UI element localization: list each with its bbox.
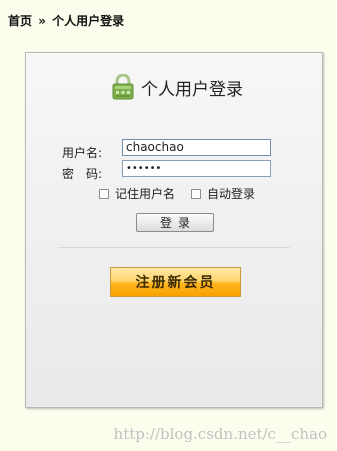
- watermark: http://blog.csdn.net/c__chao: [113, 425, 327, 443]
- breadcrumb-separator: »: [38, 14, 46, 28]
- login-title-row: 个人用户登录: [111, 74, 243, 100]
- auto-login-option[interactable]: 自动登录: [191, 185, 255, 202]
- breadcrumb-current: 个人用户登录: [52, 14, 125, 28]
- username-input[interactable]: chaochao: [122, 139, 271, 156]
- lock-icon: [112, 74, 134, 100]
- remember-username-label: 记住用户名: [115, 187, 176, 201]
- remember-username-checkbox[interactable]: [99, 188, 109, 199]
- login-button[interactable]: 登录: [136, 213, 214, 232]
- remember-username-option[interactable]: 记住用户名: [99, 185, 175, 202]
- register-button[interactable]: 注册新会员: [110, 267, 241, 297]
- breadcrumb-home-link[interactable]: 首页: [8, 14, 32, 28]
- breadcrumb: 首页 » 个人用户登录: [8, 12, 124, 29]
- password-input[interactable]: ••••••: [122, 160, 271, 177]
- auto-login-label: 自动登录: [207, 187, 256, 201]
- auto-login-checkbox[interactable]: [191, 188, 201, 199]
- login-title: 个人用户登录: [141, 79, 243, 100]
- divider: [58, 247, 290, 248]
- login-panel: 个人用户登录 用户名: chaochao 密 码: •••••• 记住用户名 自…: [25, 52, 323, 408]
- password-label: 密 码:: [62, 167, 103, 181]
- username-label: 用户名:: [62, 146, 103, 160]
